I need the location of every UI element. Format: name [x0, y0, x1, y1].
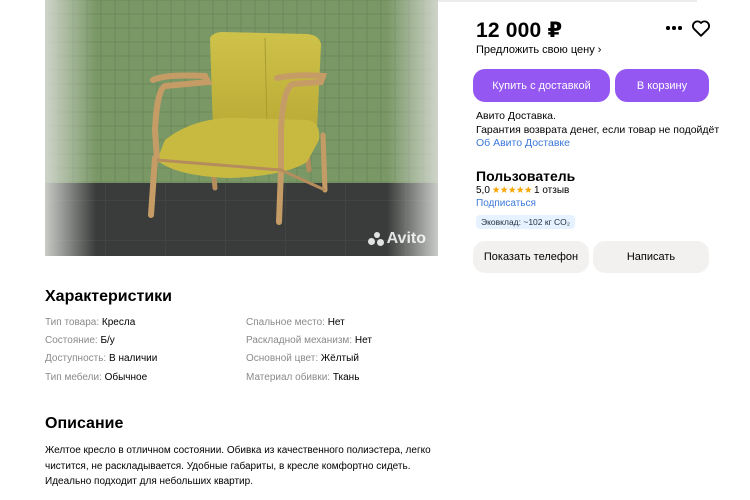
spec-key: Раскладной механизм: — [246, 335, 353, 346]
spec-key: Тип мебели: — [45, 372, 102, 383]
spec-value: Нет — [327, 317, 345, 328]
spec-item: Состояние: Б/у — [45, 335, 115, 346]
delivery-info: Авито Доставка. Гарантия возврата денег,… — [476, 110, 719, 151]
rating-stars: ★★★★★ — [491, 185, 533, 196]
spec-key: Состояние: — [45, 335, 98, 346]
spec-value: Обычное — [104, 372, 148, 383]
offer-price-link[interactable]: Предложить свою цену › — [476, 44, 601, 56]
spec-value: Нет — [354, 335, 372, 346]
description-text: Желтое кресло в отличном состоянии. Обив… — [45, 443, 445, 490]
subscribe-link[interactable]: Подписаться — [476, 198, 536, 209]
characteristics-title: Характеристики — [45, 288, 173, 305]
show-phone-button[interactable]: Показать телефон — [473, 241, 589, 273]
spec-item: Спальное место: Нет — [246, 317, 345, 328]
spec-value: Ткань — [332, 372, 360, 383]
price: 12 000 ₽ — [476, 19, 563, 42]
spec-value: Б/у — [100, 335, 115, 346]
eco-badge: Эковклад: ~102 кг CO₂ — [476, 215, 576, 229]
spec-value: Кресла — [101, 317, 136, 328]
delivery-title: Авито Доставка. — [476, 110, 556, 122]
offer-price-label: Предложить свою цену — [476, 44, 595, 56]
spec-item: Материал обивки: Ткань — [246, 372, 359, 383]
about-delivery-link[interactable]: Об Авито Доставке — [476, 137, 570, 149]
buy-with-delivery-button[interactable]: Купить с доставкой — [473, 69, 610, 102]
spec-key: Материал обивки: — [246, 372, 331, 383]
avito-logo-icon — [367, 232, 384, 246]
rating-value: 5,0 — [476, 185, 490, 196]
reviews-count: 1 отзыв — [534, 185, 570, 196]
chevron-right-icon: › — [597, 44, 602, 56]
add-to-cart-button[interactable]: В корзину — [615, 69, 709, 102]
product-photo[interactable]: Avito — [45, 0, 438, 256]
description-line: Идеально подходит для небольших квартир. — [45, 476, 253, 487]
description-line: Желтое кресло в отличном состоянии. Обив… — [45, 445, 431, 456]
delivery-guarantee: Гарантия возврата денег, если товар не п… — [476, 123, 720, 136]
armchair-image — [45, 0, 438, 256]
avito-watermark: Avito — [367, 230, 426, 248]
heart-icon[interactable] — [690, 17, 712, 39]
spec-key: Основной цвет: — [246, 353, 319, 364]
more-icon[interactable] — [664, 18, 684, 38]
description-line: чистится, не раскладывается. Удобные габ… — [45, 460, 411, 472]
spec-key: Тип товара: — [45, 317, 100, 328]
spec-key: Спальное место: — [246, 317, 325, 328]
description-title: Описание — [45, 415, 124, 432]
spec-item: Доступность: В наличии — [45, 353, 157, 364]
spec-value: Жёлтый — [320, 353, 359, 364]
spec-item: Тип мебели: Обычное — [45, 372, 147, 383]
spec-item: Тип товара: Кресла — [45, 317, 135, 328]
write-message-button[interactable]: Написать — [593, 241, 709, 273]
seller-name[interactable]: Пользователь — [476, 168, 575, 184]
spec-key: Доступность: — [45, 353, 107, 364]
seller-rating[interactable]: 5,0 ★★★★★ 1 отзыв — [476, 185, 569, 196]
watermark-text: Avito — [386, 230, 426, 247]
spec-item: Основной цвет: Жёлтый — [246, 353, 359, 364]
spec-value: В наличии — [109, 353, 158, 364]
spec-item: Раскладной механизм: Нет — [246, 335, 372, 346]
